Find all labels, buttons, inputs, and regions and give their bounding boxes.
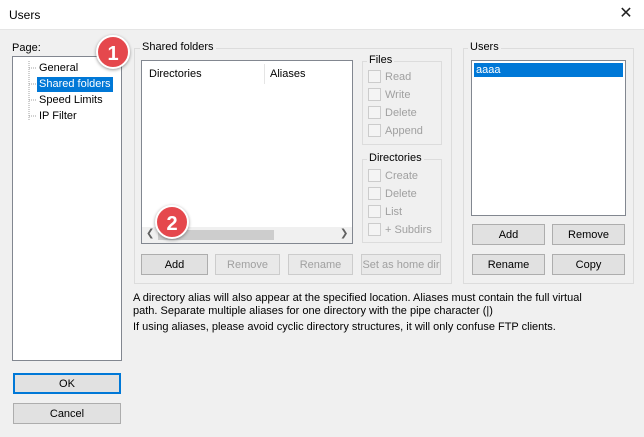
subdirs-label: + Subdirs (385, 223, 432, 236)
delete-file-checkbox[interactable]: Delete (368, 106, 417, 119)
scroll-right-icon[interactable]: ❯ (340, 228, 348, 239)
annotation-badge-2: 2 (155, 205, 189, 239)
set-home-dir-button[interactable]: Set as home dir (361, 254, 441, 275)
list-label: List (385, 205, 403, 218)
remove-folder-button[interactable]: Remove (215, 254, 280, 275)
create-label: Create (385, 169, 419, 182)
remove-user-button[interactable]: Remove (552, 224, 625, 245)
append-label: Append (385, 124, 423, 137)
append-checkbox[interactable]: Append (368, 124, 423, 137)
delete-dir-checkbox[interactable]: Delete (368, 187, 417, 200)
page-tree[interactable]: General Shared folders Speed Limits IP F… (12, 56, 122, 361)
cancel-button[interactable]: Cancel (13, 403, 121, 424)
info-text-3: If using aliases, please avoid cyclic di… (133, 321, 556, 333)
read-checkbox[interactable]: Read (368, 70, 411, 83)
info-text-1: A directory alias will also appear at th… (133, 292, 582, 304)
page-item-general[interactable]: General (37, 61, 80, 76)
files-label: Files (367, 54, 395, 66)
page-item-speed-limits[interactable]: Speed Limits (37, 93, 105, 108)
scroll-left-icon[interactable]: ❮ (146, 228, 154, 239)
add-folder-button[interactable]: Add (141, 254, 208, 275)
copy-user-button[interactable]: Copy (552, 254, 625, 275)
list-checkbox[interactable]: List (368, 205, 402, 218)
shared-folders-label: Shared folders (140, 41, 216, 53)
read-label: Read (385, 70, 412, 83)
close-icon[interactable]: ✕ (614, 3, 638, 25)
directories-label: Directories (367, 152, 424, 164)
users-list[interactable]: aaaa (471, 60, 626, 216)
user-item[interactable]: aaaa (474, 63, 623, 77)
window-title: Users (9, 8, 41, 22)
rename-user-button[interactable]: Rename (472, 254, 545, 275)
users-label: Users (468, 41, 501, 53)
add-user-button[interactable]: Add (472, 224, 545, 245)
column-header-aliases[interactable]: Aliases (270, 68, 305, 80)
write-label: Write (385, 88, 411, 101)
page-label: Page: (10, 42, 43, 54)
page-item-ip-filter[interactable]: IP Filter (37, 109, 79, 124)
page-item-shared-folders[interactable]: Shared folders (37, 77, 113, 92)
write-checkbox[interactable]: Write (368, 88, 410, 101)
info-text-2: path. Separate multiple aliases for one … (133, 305, 493, 317)
subdirs-checkbox[interactable]: + Subdirs (368, 223, 432, 236)
title-bar (0, 0, 644, 30)
column-header-directories[interactable]: Directories (149, 68, 202, 80)
delete-dir-label: Delete (385, 187, 417, 200)
column-divider[interactable] (264, 64, 265, 84)
rename-folder-button[interactable]: Rename (288, 254, 353, 275)
delete-file-label: Delete (385, 106, 417, 119)
ok-button[interactable]: OK (13, 373, 121, 394)
create-checkbox[interactable]: Create (368, 169, 418, 182)
annotation-badge-1: 1 (96, 35, 130, 69)
